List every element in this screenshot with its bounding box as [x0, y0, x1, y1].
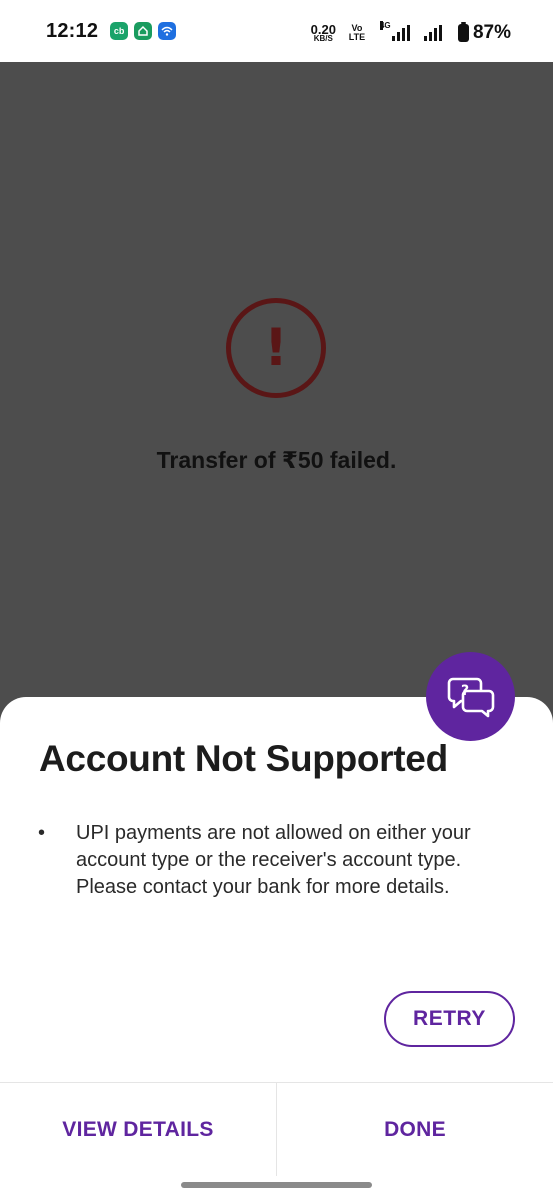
status-time: 12:12 [46, 19, 99, 42]
contact-bank-text: Please contact your bank for more detail… [76, 876, 450, 898]
status-bar: 12:12 cb 0.20 KB/S Vo LTE 4G 87% [0, 0, 553, 62]
signal-4g-icon: 4G [379, 21, 410, 41]
transfer-failed-message: Transfer of ₹50 failed. [156, 447, 397, 473]
error-description: • UPI payments are not allowed on either… [38, 820, 508, 901]
exclamation-circle-icon: ! [226, 298, 326, 398]
svg-text:?: ? [460, 683, 468, 699]
status-indicators: 0.20 KB/S Vo LTE 4G 87% [310, 21, 511, 44]
view-details-button[interactable]: VIEW DETAILS [0, 1083, 276, 1176]
battery-icon [457, 22, 469, 42]
chat-question-icon: ? [447, 677, 494, 717]
home-indicator[interactable] [181, 1182, 372, 1188]
signal-icon [423, 25, 442, 41]
help-chat-button[interactable]: ? [426, 652, 515, 741]
sheet-title: Account Not Supported [39, 738, 448, 779]
notification-icons: cb [110, 22, 177, 40]
done-button[interactable]: DONE [277, 1083, 553, 1176]
retry-button[interactable]: RETRY [384, 991, 515, 1047]
wifi-app-icon [158, 22, 177, 40]
error-reason-text: UPI payments are not allowed on either y… [76, 822, 471, 871]
cb-app-icon: cb [110, 22, 129, 40]
sheet-actions: VIEW DETAILS DONE [0, 1082, 553, 1176]
network-speed: 0.20 KB/S [310, 21, 336, 44]
bullet-dot: • [38, 822, 46, 844]
home-app-icon [134, 22, 153, 40]
battery-indicator: 87% [457, 22, 511, 44]
volte-indicator: Vo LTE [348, 23, 366, 42]
